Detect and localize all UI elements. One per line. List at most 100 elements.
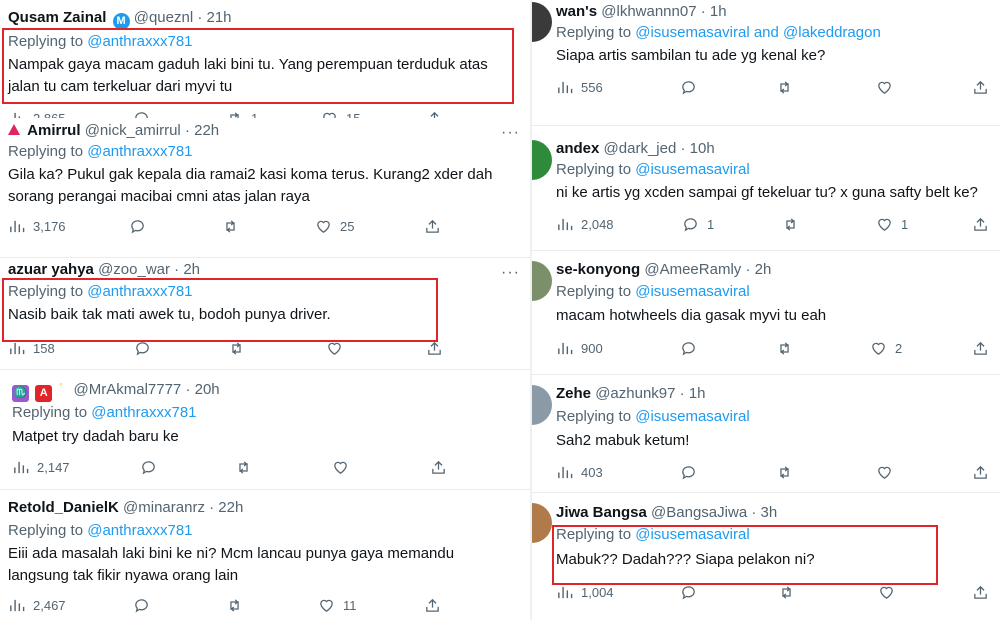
share-button[interactable] xyxy=(972,584,989,601)
like-button[interactable]: 11 xyxy=(318,597,357,614)
retweet-button[interactable] xyxy=(235,459,252,476)
author-name[interactable]: Qusam Zainal xyxy=(8,9,106,26)
avatar[interactable] xyxy=(532,261,552,301)
timestamp[interactable]: 2h xyxy=(183,261,200,278)
share-button[interactable] xyxy=(426,340,443,357)
timestamp[interactable]: 22h xyxy=(194,122,219,139)
mention-link[interactable]: @anthraxxx781 xyxy=(87,143,192,160)
author-handle[interactable]: @zoo_war xyxy=(98,261,170,278)
tweet[interactable]: Zehe @azhunk97 · 1h Replying to @isusema… xyxy=(532,375,1000,493)
mention-link[interactable]: @isusemasaviral xyxy=(635,283,749,300)
reply-button[interactable] xyxy=(133,597,150,614)
author-handle[interactable]: @azhunk97 xyxy=(595,385,675,402)
author-name[interactable]: andex xyxy=(556,140,599,157)
reply-button[interactable] xyxy=(680,464,697,481)
author-handle[interactable]: @dark_jed xyxy=(604,140,677,157)
author-name[interactable]: Jiwa Bangsa xyxy=(556,504,647,521)
like-button[interactable]: 1 xyxy=(876,216,908,233)
author-handle[interactable]: @nick_amirrul xyxy=(85,122,181,139)
author-name[interactable]: Zehe xyxy=(556,385,591,402)
views-button[interactable]: 403 xyxy=(556,464,603,481)
mention-link[interactable]: @isusemasaviral xyxy=(635,526,749,543)
retweet-button[interactable] xyxy=(776,79,793,96)
share-button[interactable] xyxy=(424,597,441,614)
mention-link[interactable]: @isusemasaviral xyxy=(635,408,749,425)
avatar[interactable] xyxy=(532,503,552,543)
mention-link[interactable]: @anthraxxx781 xyxy=(87,33,192,50)
views-button[interactable]: 2,467 xyxy=(8,597,66,614)
author-name[interactable]: se-konyong xyxy=(556,261,640,278)
tweet[interactable]: wan's @lkhwannn07 · 1h Replying to @isus… xyxy=(532,0,1000,126)
timestamp[interactable]: 20h xyxy=(195,381,220,398)
tweet[interactable]: Jiwa Bangsa @BangsaJiwa · 3h Replying to… xyxy=(532,493,1000,620)
like-button[interactable] xyxy=(326,340,343,357)
avatar[interactable] xyxy=(532,2,552,42)
mention-link[interactable]: @isusemasaviral and @lakeddragon xyxy=(635,24,881,41)
share-button[interactable] xyxy=(430,459,447,476)
author-name[interactable]: wan's xyxy=(556,3,597,20)
author-handle[interactable]: @queznl xyxy=(134,9,193,26)
author-name[interactable]: Amirrul xyxy=(27,122,80,139)
tweet[interactable]: Qusam Zainal M @queznl · 21h Replying to… xyxy=(0,0,530,130)
timestamp[interactable]: 1h xyxy=(689,385,706,402)
retweet-button[interactable] xyxy=(776,340,793,357)
author-handle[interactable]: @MrAkmal7777 xyxy=(74,381,182,398)
timestamp[interactable]: 2h xyxy=(755,261,772,278)
share-button[interactable] xyxy=(972,79,989,96)
like-button[interactable] xyxy=(876,464,893,481)
author-handle[interactable]: @AmeeRamly xyxy=(644,261,741,278)
like-button[interactable]: 2 xyxy=(870,340,902,357)
author-name[interactable]: Retold_DanielK xyxy=(8,499,119,516)
share-button[interactable] xyxy=(424,218,441,235)
timestamp[interactable]: 3h xyxy=(761,504,778,521)
reply-button[interactable] xyxy=(129,218,154,235)
like-button[interactable] xyxy=(332,459,349,476)
mention-link[interactable]: @anthraxxx781 xyxy=(91,404,196,421)
share-button[interactable] xyxy=(972,340,989,357)
author-handle[interactable]: @minaranrz xyxy=(123,499,205,516)
reply-button[interactable]: 1 xyxy=(682,216,714,233)
like-button[interactable]: 25 xyxy=(315,218,354,235)
retweet-button[interactable] xyxy=(228,340,245,357)
retweet-button[interactable] xyxy=(778,584,795,601)
timestamp[interactable]: 21h xyxy=(207,9,232,26)
retweet-button[interactable] xyxy=(776,464,793,481)
views-button[interactable]: 2,048 xyxy=(556,216,614,233)
mention-link[interactable]: @anthraxxx781 xyxy=(87,522,192,539)
views-button[interactable]: 2,147 xyxy=(12,459,70,476)
views-button[interactable]: 900 xyxy=(556,340,603,357)
author-name[interactable]: azuar yahya xyxy=(8,261,94,278)
avatar[interactable] xyxy=(532,140,552,180)
like-button[interactable] xyxy=(878,584,895,601)
views-button[interactable]: 3,176 xyxy=(8,218,66,235)
timestamp[interactable]: 22h xyxy=(218,499,243,516)
mention-link[interactable]: @anthraxxx781 xyxy=(87,283,192,300)
views-button[interactable]: 1,004 xyxy=(556,584,614,601)
more-options-icon[interactable]: ··· xyxy=(501,264,520,282)
reply-button[interactable] xyxy=(680,79,697,96)
author-handle[interactable]: @lkhwannn07 xyxy=(601,3,696,20)
tweet[interactable]: ♏ A ʿ @MrAkmal7777 · 20h Replying to @an… xyxy=(0,370,530,490)
reply-button[interactable] xyxy=(134,340,151,357)
share-button[interactable] xyxy=(972,216,989,233)
tweet[interactable]: se-konyong @AmeeRamly · 2h Replying to @… xyxy=(532,251,1000,375)
tweet[interactable]: Amirrul @nick_amirrul · 22h ··· Replying… xyxy=(0,118,530,258)
timestamp[interactable]: 10h xyxy=(690,140,715,157)
tweet[interactable]: azuar yahya @zoo_war · 2h ··· Replying t… xyxy=(0,258,530,370)
tweet[interactable]: Retold_DanielK @minaranrz · 22h Replying… xyxy=(0,490,530,620)
timestamp[interactable]: 1h xyxy=(710,3,727,20)
avatar[interactable] xyxy=(532,385,552,425)
reply-button[interactable] xyxy=(680,340,697,357)
reply-button[interactable] xyxy=(680,584,697,601)
views-button[interactable]: 158 xyxy=(8,340,55,357)
views-button[interactable]: 556 xyxy=(556,79,603,96)
reply-button[interactable] xyxy=(140,459,157,476)
more-options-icon[interactable]: ··· xyxy=(501,124,520,142)
retweet-button[interactable] xyxy=(222,218,247,235)
tweet[interactable]: andex @dark_jed · 10h Replying to @isuse… xyxy=(532,126,1000,251)
retweet-button[interactable] xyxy=(782,216,799,233)
retweet-button[interactable] xyxy=(226,597,243,614)
mention-link[interactable]: @isusemasaviral xyxy=(635,161,749,178)
share-button[interactable] xyxy=(972,464,989,481)
author-handle[interactable]: @BangsaJiwa xyxy=(651,504,747,521)
